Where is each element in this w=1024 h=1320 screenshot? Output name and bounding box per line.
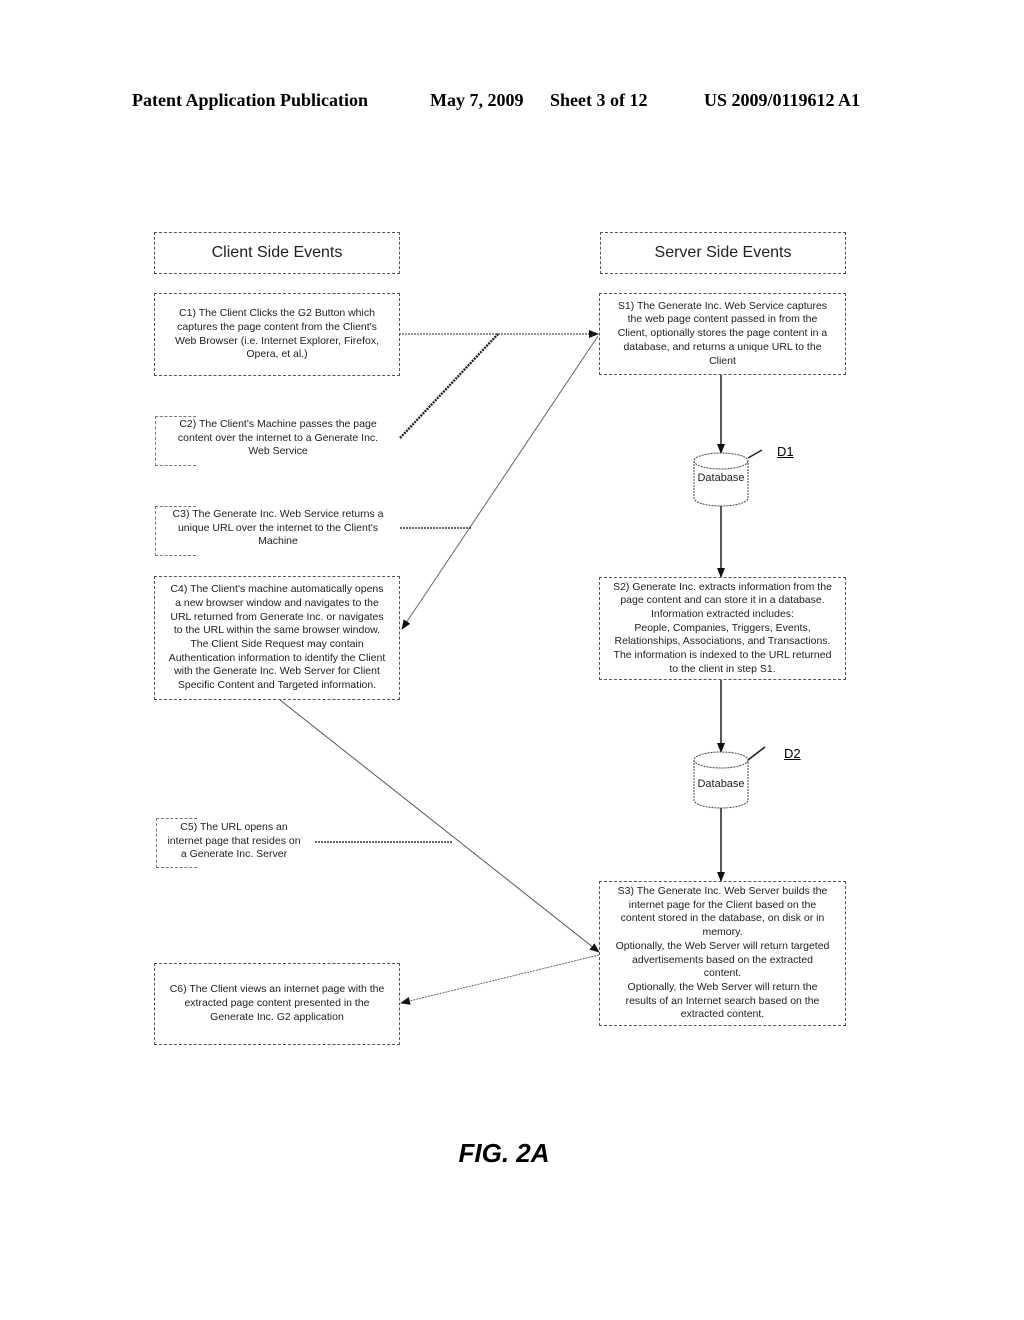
arrow-c4-to-s3 (279, 699, 600, 953)
step-s2: S2) Generate Inc. extracts information f… (599, 577, 846, 680)
d2-ref-leader (747, 746, 766, 761)
database-d1-ref: D1 (777, 444, 794, 459)
step-c2: C2) The Client's Machine passes the page… (177, 418, 379, 458)
step-s1: S1) The Generate Inc. Web Service captur… (599, 293, 846, 375)
database-d1-label: Database (697, 472, 745, 484)
arrow-s1-to-c4 (401, 335, 599, 630)
step-c6-text: C6) The Client views an internet page wi… (169, 983, 385, 1023)
step-s2-text: S2) Generate Inc. extracts information f… (613, 580, 832, 675)
database-d2-label: Database (697, 778, 745, 790)
step-c3: C3) The Generate Inc. Web Service return… (172, 508, 384, 548)
step-s3: S3) The Generate Inc. Web Server builds … (599, 881, 846, 1026)
server-side-events-label: Server Side Events (654, 244, 792, 262)
leader-c2 (399, 333, 499, 439)
step-s3-text: S3) The Generate Inc. Web Server builds … (615, 884, 830, 1021)
step-c4-text: C4) The Client's machine automatically o… (168, 583, 386, 692)
arrow-s3-to-c6 (400, 954, 600, 1005)
step-c1: C1) The Client Clicks the G2 Button whic… (154, 293, 400, 376)
step-s1-text: S1) The Generate Inc. Web Service captur… (617, 299, 828, 367)
step-c6: C6) The Client views an internet page wi… (154, 963, 400, 1045)
step-c1-text: C1) The Client Clicks the G2 Button whic… (174, 307, 380, 361)
step-c5: C5) The URL opens an internet page that … (167, 821, 301, 861)
server-side-events-title: Server Side Events (600, 232, 846, 274)
d1-ref-leader (747, 449, 763, 459)
client-side-events-label: Client Side Events (211, 244, 343, 262)
client-side-events-title: Client Side Events (154, 232, 400, 274)
database-d2-ref: D2 (784, 746, 801, 761)
step-c4: C4) The Client's machine automatically o… (154, 576, 400, 700)
figure-label: FIG. 2A (458, 1138, 550, 1168)
